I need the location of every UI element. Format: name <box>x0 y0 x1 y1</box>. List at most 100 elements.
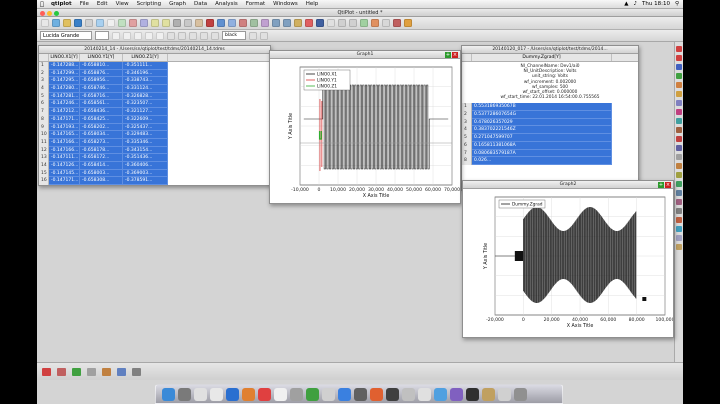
table-cell[interactable]: -0.322609... <box>123 115 168 124</box>
plot-polar-icon[interactable] <box>676 154 682 160</box>
symbol-icon[interactable] <box>211 31 219 40</box>
table-cell[interactable]: -0.658436... <box>80 108 123 116</box>
photos-icon[interactable] <box>322 387 335 401</box>
table-cell[interactable]: 0.080683579187A <box>472 149 612 158</box>
plot-area-icon[interactable] <box>72 367 81 376</box>
table-cell[interactable]: -0.343154... <box>123 146 168 155</box>
table-cell[interactable]: -0.147171... <box>49 115 80 124</box>
table-row[interactable]: 1 -0.147288... -0.658810... -0.351111... <box>39 62 270 70</box>
superscript-icon[interactable] <box>145 31 153 40</box>
subscript-icon[interactable] <box>156 31 164 40</box>
column-header[interactable]: Dummy.Zgrad[Y] <box>472 54 612 61</box>
plot-vector-icon[interactable] <box>676 127 682 133</box>
table-window-1-title[interactable]: 20140214_14 - /Users/sn/qtiplot/test/tdm… <box>39 46 270 54</box>
messages-icon[interactable] <box>306 387 319 401</box>
text-color-icon[interactable] <box>167 31 175 40</box>
table-row[interactable]: 5 0.271047599707 <box>462 134 638 142</box>
menu-graph[interactable]: Graph <box>165 1 190 7</box>
plot-line-icon[interactable] <box>676 46 682 52</box>
table-cell[interactable]: -0.658561... <box>80 100 123 109</box>
close-icon[interactable]: × <box>452 52 458 58</box>
plot-scatter3d-icon[interactable] <box>676 217 682 223</box>
table-cell[interactable]: -0.147166... <box>49 138 80 147</box>
wifi-icon[interactable]: ▲ <box>624 1 628 7</box>
copy-icon[interactable] <box>184 19 192 27</box>
table-cell[interactable]: -0.658178... <box>80 146 123 155</box>
table-cell[interactable]: -0.658172... <box>80 154 123 162</box>
zoom-in-icon[interactable] <box>272 19 280 27</box>
plot-scatter-icon[interactable] <box>676 55 682 61</box>
menu-windows[interactable]: Windows <box>269 1 302 7</box>
table-cell[interactable]: -0.346196... <box>123 69 168 78</box>
row-number[interactable]: 4 <box>462 126 472 135</box>
table-cell[interactable]: -0.331124... <box>123 85 168 93</box>
underline-icon[interactable] <box>134 31 142 40</box>
table-cell[interactable]: -0.335346... <box>123 138 168 147</box>
table-row[interactable]: 15 -0.147145... -0.658003... -0.369003... <box>39 169 270 178</box>
row-number[interactable]: 13 <box>39 154 49 162</box>
plot-3d-icon[interactable] <box>676 145 682 151</box>
table-row[interactable]: 1 0.553186935067B <box>462 103 638 112</box>
table-cell[interactable]: -0.147193... <box>49 123 80 132</box>
table-cell[interactable]: 0.478026357029 <box>472 118 612 127</box>
table-cell[interactable]: -0.658034... <box>80 131 123 139</box>
activity-monitor-icon[interactable] <box>450 387 463 401</box>
table-cell[interactable]: -0.338743... <box>123 77 168 86</box>
menu-file[interactable]: File <box>76 1 93 7</box>
contacts-icon[interactable] <box>290 387 303 401</box>
table-row[interactable]: 2 0.537728607654G <box>462 111 638 119</box>
table-row[interactable]: 5 -0.147281... -0.658716... -0.326828... <box>39 92 270 101</box>
graph-window-1-title[interactable]: Graph1 + × <box>270 51 460 59</box>
table-cell[interactable]: -0.658746... <box>80 85 123 93</box>
table-window-1[interactable]: 20140214_14 - /Users/sn/qtiplot/test/tdm… <box>38 45 271 186</box>
move-points-icon[interactable] <box>250 19 258 27</box>
new-table-icon[interactable] <box>96 19 104 27</box>
table-cell[interactable]: -0.369003... <box>123 169 168 178</box>
line-style-icon[interactable] <box>189 31 197 40</box>
new-matrix-icon[interactable] <box>107 19 115 27</box>
table-cell[interactable]: -0.351436... <box>123 154 168 162</box>
row-number[interactable]: 16 <box>39 177 49 185</box>
row-number[interactable]: 8 <box>462 157 472 165</box>
menu-analysis[interactable]: Analysis <box>211 1 242 7</box>
clock[interactable]: Thu 18:10 <box>642 1 670 7</box>
menu-data[interactable]: Data <box>190 1 211 7</box>
plot-vertical-drop-icon[interactable] <box>117 367 126 376</box>
screen-reader-icon[interactable] <box>239 19 247 27</box>
table-cell[interactable]: 0.553186935067B <box>472 103 612 112</box>
graph-window-2-title[interactable]: Graph2 + × <box>463 181 673 189</box>
table-cell[interactable]: -0.321127... <box>123 108 168 116</box>
font-family-select[interactable]: Lucida Grande <box>40 31 92 40</box>
line-width-icon[interactable] <box>200 31 208 40</box>
table-row[interactable]: 3 -0.147295... -0.658956... -0.338743... <box>39 77 270 86</box>
table-cell[interactable]: 0.026... <box>472 157 612 165</box>
add-error-bars-icon[interactable] <box>393 19 401 27</box>
menu-view[interactable]: View <box>112 1 133 7</box>
plot-pie-icon[interactable] <box>676 100 682 106</box>
table-cell[interactable]: -0.147165... <box>49 131 80 139</box>
row-number[interactable]: 2 <box>462 111 472 119</box>
plot-ribbon-icon[interactable] <box>676 199 682 205</box>
plot-column-icon[interactable] <box>676 91 682 97</box>
open-icon[interactable] <box>52 19 60 27</box>
table-row[interactable]: 8 -0.147171... -0.658425... -0.322609... <box>39 115 270 124</box>
add-layer-icon[interactable] <box>360 19 368 27</box>
console-icon[interactable] <box>466 387 479 401</box>
fill-color-icon[interactable] <box>178 31 186 40</box>
table-cell[interactable]: -0.147281... <box>49 92 80 101</box>
row-number[interactable]: 6 <box>462 141 472 150</box>
table-row[interactable]: 8 0.026... <box>462 157 638 165</box>
plot-contour-icon[interactable] <box>676 136 682 142</box>
app-store-icon[interactable] <box>338 387 351 401</box>
table-cell[interactable]: -0.326828... <box>123 92 168 101</box>
table-row[interactable]: 13 -0.147111... -0.658172... -0.351436... <box>39 154 270 162</box>
table-cell[interactable]: 0.537728607654G <box>472 111 612 119</box>
table-cell[interactable]: -0.147166... <box>49 146 80 155</box>
finder-icon[interactable] <box>162 387 175 401</box>
table-row[interactable]: 3 0.478026357029 <box>462 118 638 127</box>
zoom-out-icon[interactable] <box>283 19 291 27</box>
trash-icon[interactable] <box>514 387 527 401</box>
row-number[interactable]: 8 <box>39 115 49 124</box>
safari-icon[interactable] <box>210 387 223 401</box>
apple-icon[interactable]:  <box>37 1 47 8</box>
